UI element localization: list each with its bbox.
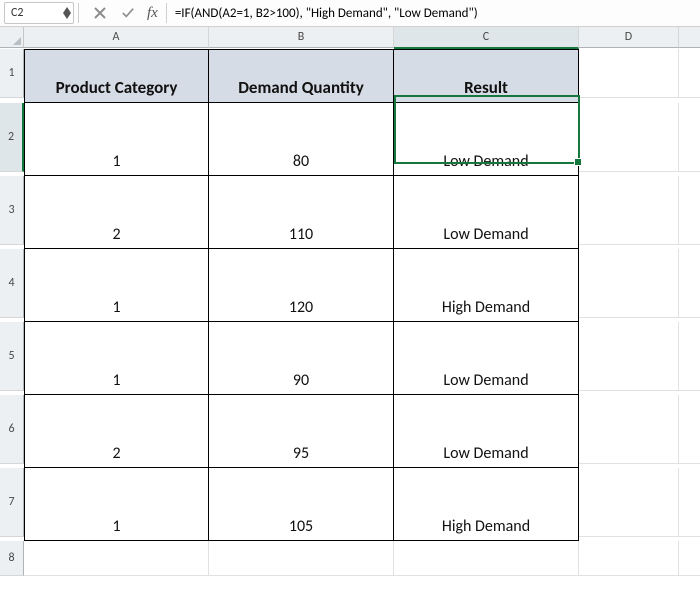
cell-D4[interactable] — [579, 249, 679, 318]
cell-A4[interactable]: 1 — [24, 249, 209, 322]
spreadsheet-grid[interactable]: A B C D 1 Product Category Demand Quanti… — [0, 27, 700, 576]
cell-A3[interactable]: 2 — [24, 176, 209, 249]
cell-B1[interactable]: Demand Quantity — [209, 49, 394, 103]
cell-filler — [679, 249, 700, 318]
cell-B8[interactable] — [209, 541, 394, 576]
accept-button[interactable] — [117, 2, 139, 24]
name-box-value: C2 — [11, 6, 23, 20]
cell-C8[interactable] — [394, 541, 579, 576]
cell-filler — [679, 541, 700, 576]
select-all-corner[interactable] — [0, 27, 24, 48]
cell-A8[interactable] — [24, 541, 209, 576]
cell-D6[interactable] — [579, 395, 679, 464]
cell-D2[interactable] — [579, 103, 679, 172]
column-header-D[interactable]: D — [579, 27, 679, 48]
cell-D3[interactable] — [579, 176, 679, 245]
cell-A5[interactable]: 1 — [24, 322, 209, 395]
cell-C4[interactable]: High Demand — [394, 249, 579, 322]
chevron-down-icon — [63, 13, 71, 19]
row-header-6[interactable]: 6 — [0, 395, 24, 464]
cell-C3[interactable]: Low Demand — [394, 176, 579, 249]
row-header-4[interactable]: 4 — [0, 249, 24, 318]
column-header-B[interactable]: B — [209, 27, 394, 48]
row-header-7[interactable]: 7 — [0, 468, 24, 537]
cancel-button[interactable] — [89, 2, 111, 24]
cell-A7[interactable]: 1 — [24, 468, 209, 541]
cell-B2[interactable]: 80 — [209, 103, 394, 176]
cell-C6[interactable]: Low Demand — [394, 395, 579, 468]
cell-A6[interactable]: 2 — [24, 395, 209, 468]
cell-filler — [679, 49, 700, 98]
cell-A2[interactable]: 1 — [24, 103, 209, 176]
cell-D5[interactable] — [579, 322, 679, 391]
cell-C1[interactable]: Result — [394, 49, 579, 103]
cell-C5[interactable]: Low Demand — [394, 322, 579, 395]
cell-filler — [679, 103, 700, 172]
cell-B6[interactable]: 95 — [209, 395, 394, 468]
cell-filler — [679, 176, 700, 245]
fx-icon[interactable]: fx — [147, 5, 158, 22]
cell-A1[interactable]: Product Category — [24, 49, 209, 103]
name-box-stepper[interactable] — [63, 7, 71, 19]
cell-filler — [679, 395, 700, 464]
cell-B5[interactable]: 90 — [209, 322, 394, 395]
cell-D7[interactable] — [579, 468, 679, 537]
cell-filler — [679, 322, 700, 391]
cell-C2[interactable]: Low Demand — [394, 103, 579, 176]
row-header-3[interactable]: 3 — [0, 176, 24, 245]
column-header-A[interactable]: A — [24, 27, 209, 48]
cell-B4[interactable]: 120 — [209, 249, 394, 322]
formula-bar: C2 fx — [0, 0, 700, 27]
row-header-5[interactable]: 5 — [0, 322, 24, 391]
cell-C7[interactable]: High Demand — [394, 468, 579, 541]
cell-B3[interactable]: 110 — [209, 176, 394, 249]
formula-input[interactable] — [171, 2, 696, 24]
separator — [166, 3, 167, 23]
separator — [78, 3, 79, 23]
cell-filler — [679, 468, 700, 537]
column-header-C[interactable]: C — [394, 27, 579, 49]
column-header-filler — [679, 27, 700, 48]
cell-D8[interactable] — [579, 541, 679, 576]
row-header-2[interactable]: 2 — [0, 103, 24, 172]
check-icon — [122, 7, 134, 19]
cell-D1[interactable] — [579, 49, 679, 98]
close-icon — [94, 7, 106, 19]
cell-B7[interactable]: 105 — [209, 468, 394, 541]
row-header-1[interactable]: 1 — [0, 49, 24, 98]
row-header-8[interactable]: 8 — [0, 541, 24, 576]
name-box[interactable]: C2 — [4, 2, 74, 24]
